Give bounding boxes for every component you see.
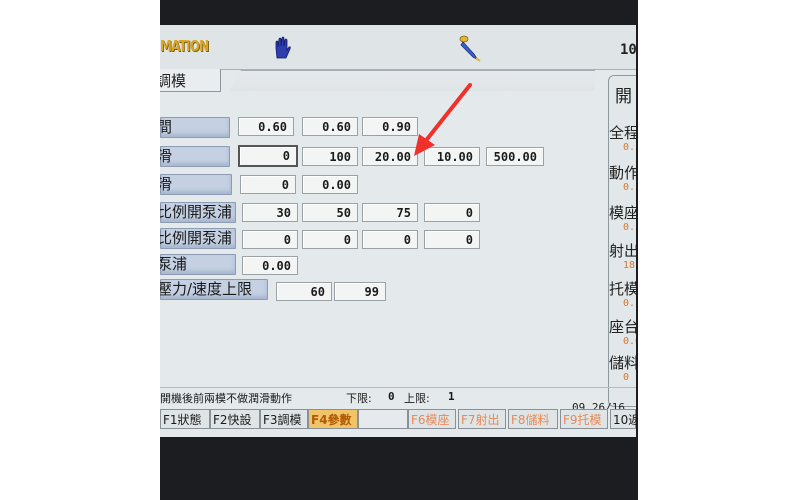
right-item-label: 托模 (609, 280, 636, 298)
f8-charging-key[interactable]: F8儲料 (508, 409, 558, 429)
param-label-pressure-speed-limit[interactable]: 壓力/速度上限 (160, 279, 268, 300)
limit-value-1[interactable]: 60 (276, 282, 332, 301)
prop-pump2-value-2[interactable]: 0 (302, 230, 358, 249)
header-strip (230, 70, 595, 91)
prop-pump-value-2[interactable]: 50 (302, 203, 358, 222)
prop-pump-value-4[interactable]: 0 (424, 203, 480, 222)
f4-parameters-key[interactable]: F4參數 (308, 409, 358, 429)
prop-pump2-value-3[interactable]: 0 (362, 230, 418, 249)
param-label-prop-pump-open-2-text: 比例開泵浦 (160, 229, 233, 247)
f3-mold-adjust-key[interactable]: F3調模 (260, 409, 308, 429)
right-item-label: 射出 (609, 242, 636, 260)
time-value-2[interactable]: 0.60 (302, 117, 358, 136)
right-item-label: 儲料轉 (609, 354, 636, 372)
param-label-prop-pump-open-2[interactable]: 比例開泵浦 (160, 228, 236, 249)
section-tab-label: 調模 (160, 72, 187, 90)
right-item-value: 0 (623, 372, 630, 383)
param-label-time-text: 間 (160, 118, 173, 136)
status-message: 開機後前兩模不做潤滑動作 (160, 392, 292, 405)
lube-value-2[interactable]: 100 (302, 147, 358, 166)
prop-pump-value-3[interactable]: 75 (362, 203, 418, 222)
right-item-value: 0. (623, 142, 636, 153)
lube-value-3[interactable]: 20.00 (362, 147, 418, 166)
param-label-lube-2-text: 滑 (160, 175, 173, 193)
lube2-value-2[interactable]: 0.00 (302, 175, 358, 194)
lube-value-4[interactable]: 10.00 (424, 147, 480, 166)
prop-pump-value-1[interactable]: 30 (242, 203, 298, 222)
right-item-label: 模座 (609, 204, 636, 222)
f5-blank-key[interactable] (358, 409, 408, 429)
f9-ejector-key[interactable]: F9托模 (560, 409, 608, 429)
param-label-prop-pump-open-text: 比例開泵浦 (160, 203, 233, 221)
lower-limit-value: 0 (388, 390, 395, 403)
prop-pump2-value-4[interactable]: 0 (424, 230, 480, 249)
top-number: 10 (620, 42, 636, 58)
lube-value-1[interactable]: 0 (238, 145, 298, 167)
hand-icon[interactable] (272, 36, 292, 60)
param-label-pump[interactable]: 泵浦 (160, 254, 236, 275)
right-item-label: 座台位 (609, 318, 636, 336)
right-item-value: 18. (623, 260, 636, 271)
prop-pump2-value-1[interactable]: 0 (242, 230, 298, 249)
param-label-prop-pump-open[interactable]: 比例開泵浦 (160, 202, 236, 223)
status-line: 開機後前兩模不做潤滑動作 下限: 0 上限: 1 (160, 387, 636, 405)
param-label-pump-text: 泵浦 (160, 255, 188, 273)
right-item-value: 0.0 (623, 336, 636, 347)
time-value-3[interactable]: 0.90 (362, 117, 418, 136)
lubricant-bottle-icon[interactable] (456, 34, 482, 62)
right-item-value: 0.1 (623, 298, 636, 309)
param-label-lube[interactable]: 滑 (160, 146, 230, 167)
f2-quickset-key[interactable]: F2快設 (210, 409, 260, 429)
param-label-lube-text: 滑 (160, 147, 173, 165)
time-value-1[interactable]: 0.60 (238, 117, 294, 136)
param-label-pressure-speed-limit-text: 壓力/速度上限 (160, 280, 253, 298)
section-tab[interactable]: 調模 (160, 69, 221, 92)
param-label-time[interactable]: 間 (160, 117, 230, 138)
upper-limit-label: 上限: (404, 392, 430, 405)
right-item-value: 0. (623, 182, 636, 193)
function-key-bar: F1狀態 F2快設 F3調模 F4參數 F6模座 F7射出 F8儲料 F9托模 … (160, 407, 636, 433)
param-label-lube-2[interactable]: 滑 (160, 174, 232, 195)
right-panel-header: 開 (615, 87, 632, 107)
f1-status-key[interactable]: F1狀態 (160, 409, 210, 429)
brand-logo: MATION (160, 37, 209, 55)
lube2-value-1[interactable]: 0 (240, 175, 296, 194)
right-item-value: 0. (623, 222, 636, 233)
lower-limit-label: 下限: (346, 392, 372, 405)
upper-limit-value: 1 (448, 390, 455, 403)
lube-value-5[interactable]: 500.00 (486, 147, 544, 166)
right-info-panel: 開 全程 0. 動作 0. 模座 0. 射出 18. 托模 0.1 座台位 0.… (608, 75, 636, 407)
right-item-label: 全程 (609, 124, 636, 142)
f10-return-key[interactable]: 10返 (610, 409, 636, 429)
limit-value-2[interactable]: 99 (334, 282, 386, 301)
pump-value-1[interactable]: 0.00 (242, 256, 298, 275)
f6-mold-base-key[interactable]: F6模座 (408, 409, 456, 429)
right-item-label: 動作 (609, 164, 636, 182)
f7-injection-key[interactable]: F7射出 (458, 409, 506, 429)
hmi-screen: MATION 10 調模 間 0.60 0.60 0.90 滑 0 100 20… (160, 25, 636, 437)
top-bar: MATION 10 (160, 25, 636, 70)
